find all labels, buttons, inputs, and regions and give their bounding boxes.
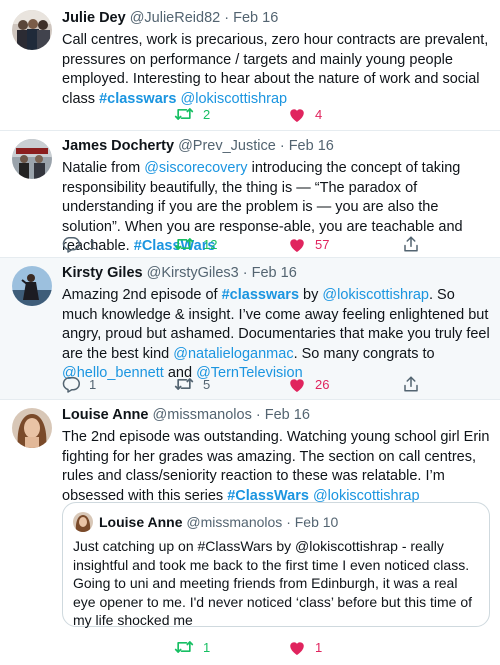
share-icon	[404, 236, 418, 252]
text-segment: by	[299, 287, 323, 303]
text-segment: Natalie from	[62, 160, 145, 176]
like-count: 26	[315, 376, 330, 392]
text-segment: . So many congrats to	[293, 345, 435, 362]
tweet-actions: 2 4	[62, 104, 422, 124]
mention-link[interactable]: @natalieloganmac	[173, 346, 293, 362]
separator-dot: ·	[242, 265, 248, 281]
display-name[interactable]: Julie Dey	[62, 10, 126, 26]
tweet-actions: 1 5 26	[62, 374, 422, 394]
like-button[interactable]: 26	[288, 374, 329, 394]
share-icon	[404, 376, 418, 392]
tweet-header: James Docherty @Prev_Justice · Feb 16	[62, 137, 490, 156]
user-handle[interactable]: @JulieReid82	[130, 10, 221, 26]
mention-link[interactable]: @lokiscottishrap	[322, 287, 429, 303]
share-button[interactable]	[402, 234, 420, 254]
retweet-icon	[174, 378, 194, 390]
tweet-date[interactable]: Feb 16	[289, 138, 334, 154]
tweet-date[interactable]: Feb 16	[233, 10, 278, 26]
quoted-user-handle: @missmanolos	[186, 514, 283, 530]
quoted-tweet-header: Louise Anne @missmanolos · Feb 10	[73, 512, 338, 532]
separator-dot: ·	[224, 10, 230, 26]
tweet-date[interactable]: Feb 16	[252, 265, 297, 281]
quoted-tweet-date: Feb 10	[294, 514, 339, 530]
heart-icon	[290, 108, 304, 122]
retweet-button[interactable]: 2	[174, 104, 210, 124]
avatar[interactable]	[12, 266, 52, 306]
heart-icon	[290, 641, 304, 655]
tweet-louise-anne[interactable]: Louise Anne @missmanolos · Feb 16 The 2n…	[0, 400, 500, 665]
tweet-text: The 2nd episode was outstanding. Watchin…	[62, 428, 490, 506]
user-handle[interactable]: @Prev_Justice	[178, 138, 276, 154]
retweet-icon	[174, 641, 194, 653]
avatar[interactable]	[12, 408, 52, 448]
retweet-icon	[174, 238, 194, 250]
tweet-header: Julie Dey @JulieReid82 · Feb 16	[62, 9, 490, 28]
retweet-icon	[174, 108, 194, 120]
separator-dot: ·	[286, 514, 291, 530]
tweet-actions: 1 12 57	[62, 234, 422, 254]
avatar[interactable]	[12, 139, 52, 179]
separator-dot: ·	[255, 407, 261, 423]
retweet-button[interactable]: 1	[174, 637, 210, 657]
user-handle[interactable]: @KirstyGiles3	[147, 265, 239, 281]
tweet-header: Kirsty Giles @KirstyGiles3 · Feb 16	[62, 264, 490, 283]
quoted-tweet[interactable]: Louise Anne @missmanolos · Feb 10 Just c…	[62, 502, 490, 628]
retweet-count: 1	[203, 639, 211, 655]
quoted-tweet-text: Just catching up on #ClassWars by @lokis…	[73, 538, 473, 628]
like-count: 1	[315, 639, 323, 655]
display-name[interactable]: James Docherty	[62, 138, 174, 154]
reply-button[interactable]: 1	[62, 374, 96, 394]
retweet-count: 2	[203, 106, 211, 122]
tweet-kirsty-giles[interactable]: Kirsty Giles @KirstyGiles3 · Feb 16 Amaz…	[0, 258, 500, 400]
like-button[interactable]: 4	[288, 104, 322, 124]
like-count: 57	[315, 236, 330, 252]
avatar[interactable]	[12, 10, 52, 50]
reply-icon	[62, 236, 80, 253]
tweet-julie-dey[interactable]: Julie Dey @JulieReid82 · Feb 16 Call cen…	[0, 0, 500, 131]
tweet-date[interactable]: Feb 16	[265, 407, 310, 423]
quoted-display-name: Louise Anne	[99, 514, 183, 530]
share-button[interactable]	[402, 374, 420, 394]
reply-count: 1	[89, 376, 97, 392]
separator-dot: ·	[279, 138, 285, 154]
heart-icon	[290, 378, 304, 392]
tweet-header: Louise Anne @missmanolos · Feb 16	[62, 406, 490, 425]
retweet-button[interactable]: 5	[174, 374, 210, 394]
tweet-text: Call centres, work is precarious, zero h…	[62, 31, 490, 109]
tweet-text: Amazing 2nd episode of #classwars by @lo…	[62, 286, 490, 384]
tweet-james-docherty[interactable]: James Docherty @Prev_Justice · Feb 16 Na…	[0, 131, 500, 258]
reply-count: 1	[89, 236, 97, 252]
text-segment: Amazing 2nd episode of	[62, 287, 222, 303]
reply-icon	[62, 376, 80, 393]
hashtag-link[interactable]: #classwars	[222, 287, 299, 303]
display-name[interactable]: Kirsty Giles	[62, 265, 143, 281]
display-name[interactable]: Louise Anne	[62, 407, 148, 423]
retweet-count: 12	[203, 236, 218, 252]
user-handle[interactable]: @missmanolos	[153, 407, 252, 423]
reply-button[interactable]: 1	[62, 234, 96, 254]
quoted-avatar	[73, 512, 93, 532]
retweet-count: 5	[203, 376, 211, 392]
heart-icon	[290, 238, 304, 252]
retweet-button[interactable]: 12	[174, 234, 217, 254]
mention-link[interactable]: @siscorecovery	[144, 160, 247, 176]
like-button[interactable]: 57	[288, 234, 329, 254]
like-button[interactable]: 1	[288, 637, 322, 657]
tweet-actions: 1 1	[62, 637, 422, 657]
like-count: 4	[315, 106, 323, 122]
